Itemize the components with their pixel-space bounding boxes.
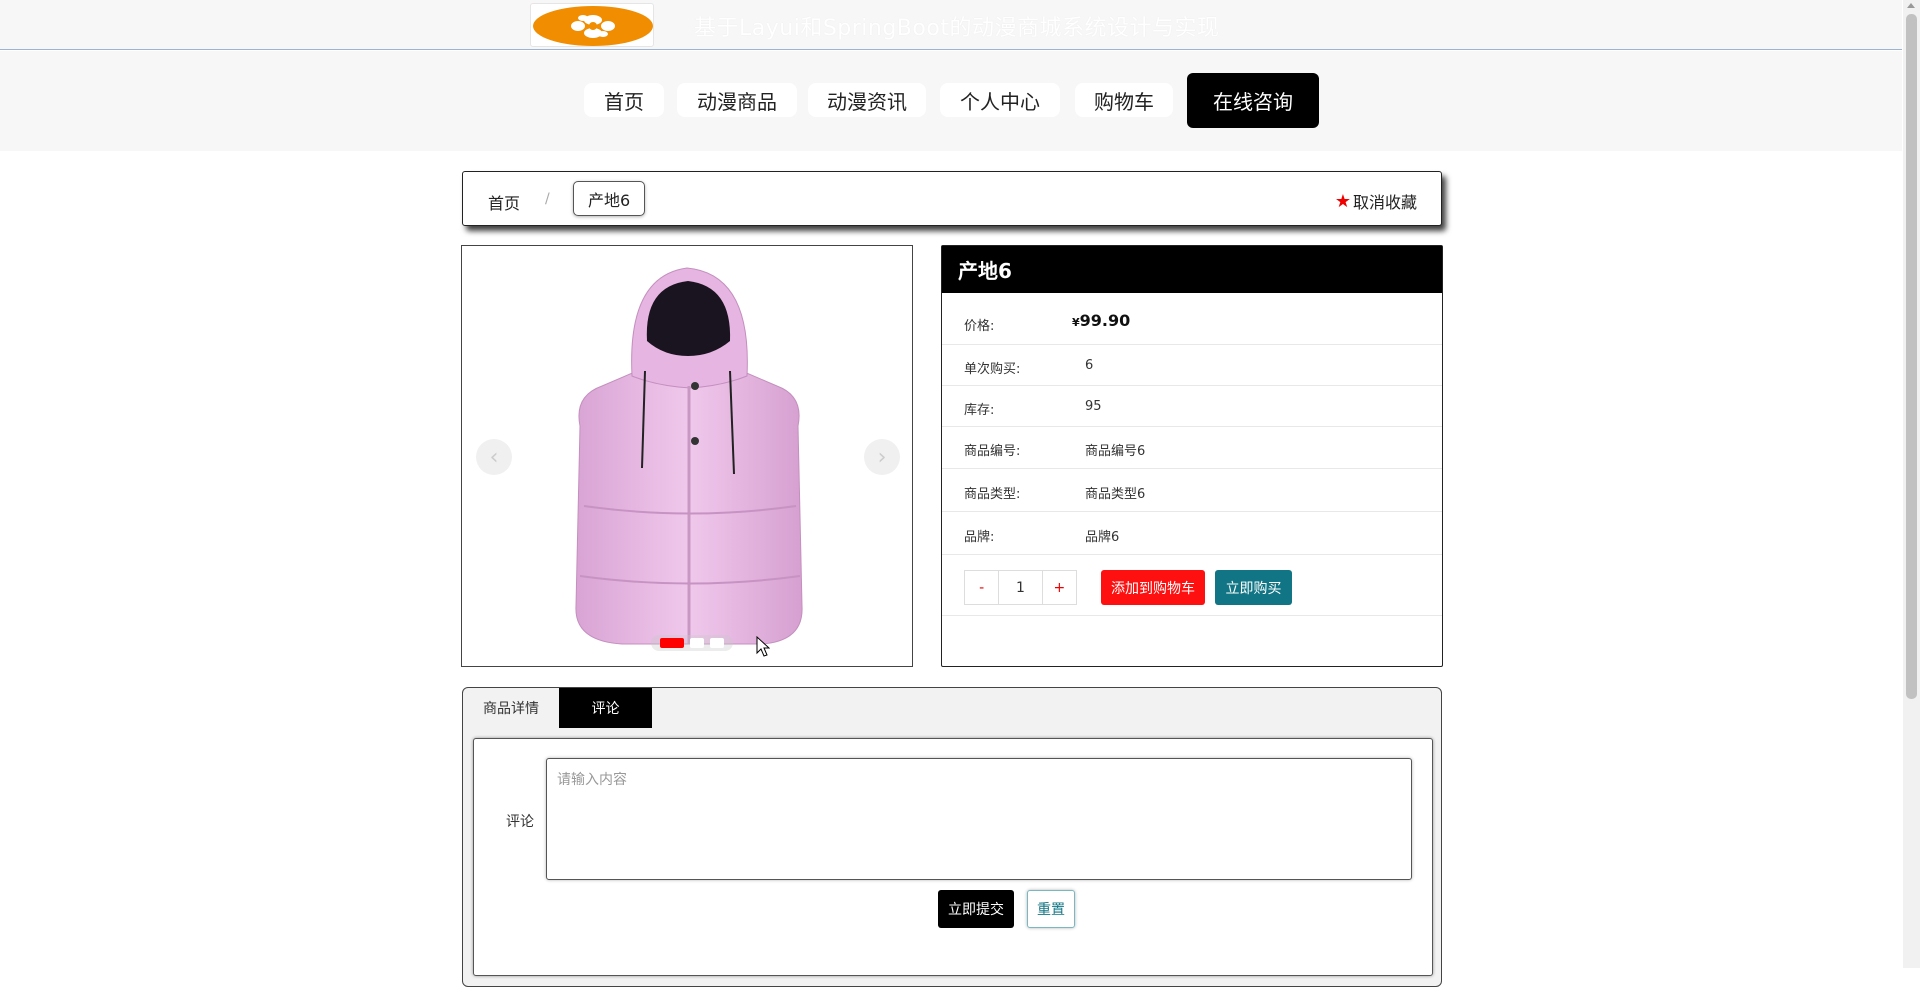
stock-row: 库存: 95 [942,386,1442,427]
add-to-cart-button[interactable]: 添加到购物车 [1101,570,1205,605]
brand-row: 品牌: 品牌6 [942,512,1442,555]
scrollbar-thumb[interactable] [1906,14,1917,699]
carousel-prev-button[interactable]: ‹ [476,439,512,475]
breadcrumb-home[interactable]: 首页 [488,190,520,214]
field-label: 商品编号: [964,444,1021,459]
quantity-increase-button[interactable]: + [1043,571,1076,604]
nav-item-news[interactable]: 动漫资讯 [808,83,926,117]
detail-tabs: 商品详情 评论 评论 立即提交 重置 [462,687,1442,987]
unfavorite-button[interactable]: ★ 取消收藏 [1335,189,1417,213]
nav-item-cart[interactable]: 购物车 [1075,83,1173,117]
reset-button[interactable]: 重置 [1027,890,1075,928]
top-header: 基于Layui和SpringBoot的动漫商城系统设计与实现 [0,0,1902,50]
carousel-dot-1[interactable] [660,638,684,648]
main-nav: 首页 动漫商品 动漫资讯 个人中心 购物车 在线咨询 [0,51,1902,151]
product-code-row: 商品编号: 商品编号6 [942,427,1442,469]
carousel-dot-3[interactable] [710,638,724,648]
price-value: ¥99.90 [1072,311,1130,330]
field-label: 商品类型: [964,487,1021,502]
field-label: 单次购买: [964,362,1021,377]
chevron-right-icon: › [877,444,887,470]
star-icon: ★ [1334,190,1351,212]
price-label: 价格: [964,319,995,334]
price-amount: 99.90 [1079,311,1131,330]
quantity-input[interactable]: 1 [998,571,1043,604]
nav-item-consult[interactable]: 在线咨询 [1187,73,1319,128]
breadcrumb-current: 产地6 [573,181,646,216]
carousel-next-button[interactable]: › [864,439,900,475]
comment-form: 评论 立即提交 重置 [473,738,1433,976]
tab-product-details[interactable]: 商品详情 [463,688,559,728]
carousel-indicators [651,635,733,651]
comment-label: 评论 [506,814,534,830]
nav-item-home[interactable]: 首页 [584,83,664,117]
flower-logo-icon [571,15,615,38]
page-scrollbar[interactable] [1903,0,1920,968]
site-title: 基于Layui和SpringBoot的动漫商城系统设计与实现 [694,16,1220,41]
product-info-panel: 产地6 价格: ¥99.90 单次购买: 6 库存: 95 商品编号: 商品编号… [941,245,1443,667]
scroll-up-icon[interactable] [1907,3,1915,8]
product-image [575,267,803,645]
carousel-dot-2[interactable] [690,638,704,648]
tab-comments[interactable]: 评论 [559,688,652,728]
chevron-left-icon: ‹ [489,444,499,470]
field-label: 库存: [964,403,995,418]
field-value: 品牌6 [1085,530,1120,545]
field-value: 商品类型6 [1085,487,1146,502]
currency-symbol: ¥ [1072,316,1080,329]
comment-input[interactable] [546,758,1412,880]
unfavorite-label: 取消收藏 [1352,193,1417,212]
product-image-carousel: ‹ › [461,245,913,667]
price-row: 价格: ¥99.90 [942,293,1442,345]
breadcrumb: 首页 / 产地6 ★ 取消收藏 [462,171,1442,226]
field-label: 品牌: [964,530,995,545]
site-logo[interactable] [530,3,654,47]
field-value: 商品编号6 [1085,444,1146,459]
breadcrumb-separator: / [545,191,550,207]
purchase-limit-row: 单次购买: 6 [942,345,1442,386]
submit-button[interactable]: 立即提交 [938,890,1014,928]
nav-item-products[interactable]: 动漫商品 [677,83,797,117]
nav-item-profile[interactable]: 个人中心 [940,83,1060,117]
field-value: 6 [1085,358,1094,373]
mouse-cursor-icon [756,636,770,657]
product-type-row: 商品类型: 商品类型6 [942,469,1442,512]
quantity-stepper: - 1 + [964,570,1077,605]
field-value: 95 [1085,399,1102,414]
quantity-decrease-button[interactable]: - [965,571,998,604]
product-title: 产地6 [942,246,1442,293]
buy-now-button[interactable]: 立即购买 [1215,570,1292,605]
